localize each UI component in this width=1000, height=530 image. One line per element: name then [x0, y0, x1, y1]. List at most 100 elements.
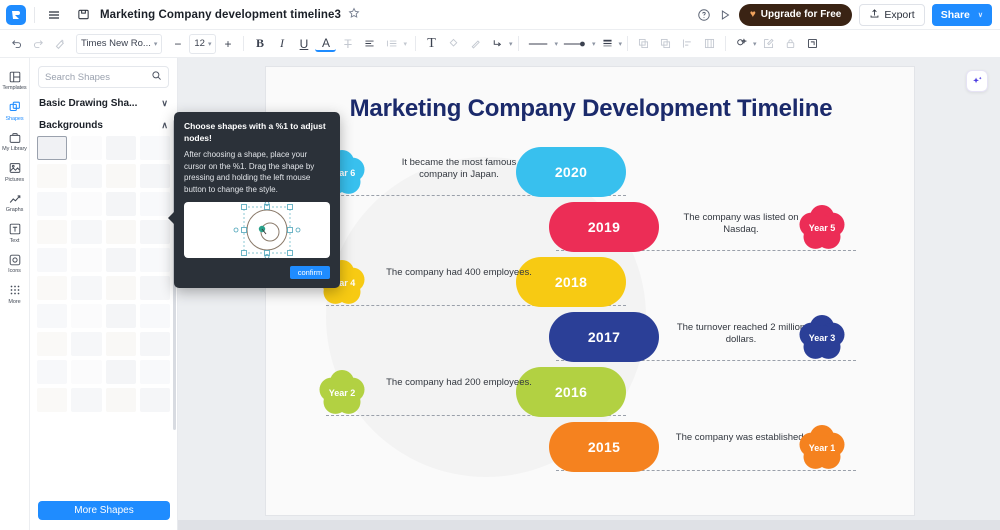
text-box-button[interactable]: T [421, 33, 442, 54]
sidebar-item-my-library[interactable]: My Library [0, 125, 30, 156]
shape-thumbnail[interactable] [105, 192, 136, 216]
shape-thumbnail[interactable] [37, 248, 68, 272]
italic-button[interactable]: I [271, 33, 292, 54]
chevron-down-icon[interactable]: ▾ [403, 40, 407, 48]
connector-icon[interactable] [487, 33, 508, 54]
align-objects-icon[interactable] [677, 33, 698, 54]
shape-thumbnail[interactable] [105, 136, 136, 160]
sidebar-item-pictures[interactable]: Pictures [0, 156, 30, 187]
font-color-button[interactable]: A [315, 35, 337, 52]
shape-thumbnail[interactable] [105, 360, 136, 384]
shape-thumbnail[interactable] [139, 332, 170, 356]
edit-icon[interactable] [758, 33, 779, 54]
timeline-description[interactable]: The company had 400 employees. [384, 267, 534, 279]
shape-thumbnail[interactable] [37, 276, 68, 300]
underline-button[interactable]: U [293, 33, 314, 54]
chevron-down-icon[interactable]: ▾ [555, 40, 559, 48]
redo-icon[interactable] [28, 33, 49, 54]
chevron-down-icon[interactable]: ▾ [509, 40, 513, 48]
shape-thumbnail[interactable] [71, 360, 102, 384]
sidebar-item-more[interactable]: More [0, 278, 30, 309]
distribute-icon[interactable] [699, 33, 720, 54]
chevron-down-icon[interactable]: ▾ [619, 40, 623, 48]
present-play-icon[interactable] [718, 8, 732, 22]
timeline-year-badge[interactable]: Year 1 [794, 420, 850, 476]
shape-thumbnail[interactable] [105, 276, 136, 300]
document-title[interactable]: Marketing Company development timeline3 [100, 9, 341, 21]
crop-icon[interactable] [802, 33, 823, 54]
undo-icon[interactable] [6, 33, 27, 54]
shape-thumbnail[interactable] [37, 192, 68, 216]
save-icon[interactable] [72, 4, 94, 26]
shape-thumbnail[interactable] [71, 276, 102, 300]
shape-thumbnail[interactable] [37, 136, 68, 160]
ai-sparkle-icon[interactable] [966, 70, 988, 92]
shape-thumbnail[interactable] [105, 164, 136, 188]
effects-icon[interactable] [731, 33, 752, 54]
shape-thumbnail[interactable] [71, 304, 102, 328]
shape-thumbnail[interactable] [139, 164, 170, 188]
timeline-description[interactable]: The company had 200 employees. [384, 377, 534, 389]
hamburger-menu-icon[interactable] [43, 4, 65, 26]
shape-thumbnail[interactable] [139, 276, 170, 300]
app-logo-icon[interactable] [6, 4, 26, 25]
shape-thumbnail[interactable] [139, 248, 170, 272]
shape-thumbnail[interactable] [139, 360, 170, 384]
upgrade-button[interactable]: ♥ Upgrade for Free [738, 3, 853, 26]
sidebar-item-text[interactable]: Text [0, 217, 30, 248]
timeline-year-pill[interactable]: 2015 [549, 422, 659, 472]
font-size-select[interactable]: 12 ▾ [189, 33, 217, 54]
timeline-year-pill[interactable]: 2016 [516, 367, 626, 417]
align-left-icon[interactable] [359, 33, 380, 54]
shape-thumbnail[interactable] [105, 332, 136, 356]
sidebar-item-icons[interactable]: Icons [0, 247, 30, 278]
shape-thumbnail[interactable] [71, 220, 102, 244]
shape-thumbnail[interactable] [105, 304, 136, 328]
timeline-year-badge[interactable]: Year 5 [794, 200, 850, 256]
chevron-down-icon[interactable]: ▾ [592, 40, 596, 48]
shape-thumbnail[interactable] [71, 248, 102, 272]
document-page[interactable]: Marketing Company Development Timeline 2… [265, 66, 915, 516]
share-button[interactable]: Share ∨ [931, 3, 992, 26]
chevron-down-icon[interactable]: ▾ [753, 40, 757, 48]
star-outline-icon[interactable] [348, 6, 360, 24]
shape-thumbnail[interactable] [105, 248, 136, 272]
send-to-back-icon[interactable] [655, 33, 676, 54]
shape-thumbnail[interactable] [105, 220, 136, 244]
sidebar-item-templates[interactable]: Templates [0, 64, 30, 95]
timeline-description[interactable]: It became the most famous company in Jap… [384, 157, 534, 181]
sidebar-item-shapes[interactable]: Shapes [0, 95, 30, 126]
bold-button[interactable]: B [249, 33, 270, 54]
sidebar-item-graphs[interactable]: Graphs [0, 186, 30, 217]
confirm-button[interactable]: confirm [290, 266, 330, 279]
strikethrough-button[interactable]: T [337, 33, 358, 54]
font-family-select[interactable]: Times New Ro... ▾ [76, 33, 163, 54]
section-basic-drawing-shapes[interactable]: Basic Drawing Sha... ∨ [30, 92, 177, 114]
line-style-icon[interactable] [524, 33, 554, 54]
shape-thumbnail[interactable] [139, 388, 170, 412]
shape-thumbnail[interactable] [139, 220, 170, 244]
arrow-style-icon[interactable] [559, 33, 591, 54]
shape-thumbnail[interactable] [71, 388, 102, 412]
search-input[interactable]: Search Shapes [38, 66, 169, 88]
section-backgrounds[interactable]: Backgrounds ∧ [30, 114, 177, 136]
timeline-year-pill[interactable]: 2017 [549, 312, 659, 362]
fill-color-icon[interactable] [443, 33, 464, 54]
export-button[interactable]: Export [859, 3, 925, 26]
shape-thumbnail[interactable] [71, 136, 102, 160]
brush-icon[interactable] [465, 33, 486, 54]
shape-thumbnail[interactable] [37, 332, 68, 356]
timeline-year-badge[interactable]: Year 2 [314, 365, 370, 421]
bring-to-front-icon[interactable] [633, 33, 654, 54]
shape-thumbnail[interactable] [37, 388, 68, 412]
timeline-year-pill[interactable]: 2018 [516, 257, 626, 307]
timeline-year-pill[interactable]: 2019 [549, 202, 659, 252]
shape-thumbnail[interactable] [71, 332, 102, 356]
shape-thumbnail[interactable] [37, 360, 68, 384]
shape-thumbnail[interactable] [37, 164, 68, 188]
decrease-font-size-button[interactable]: − [167, 33, 188, 54]
line-spacing-icon[interactable] [381, 33, 402, 54]
shape-thumbnail[interactable] [139, 304, 170, 328]
shape-thumbnail[interactable] [71, 192, 102, 216]
shape-thumbnail[interactable] [37, 304, 68, 328]
